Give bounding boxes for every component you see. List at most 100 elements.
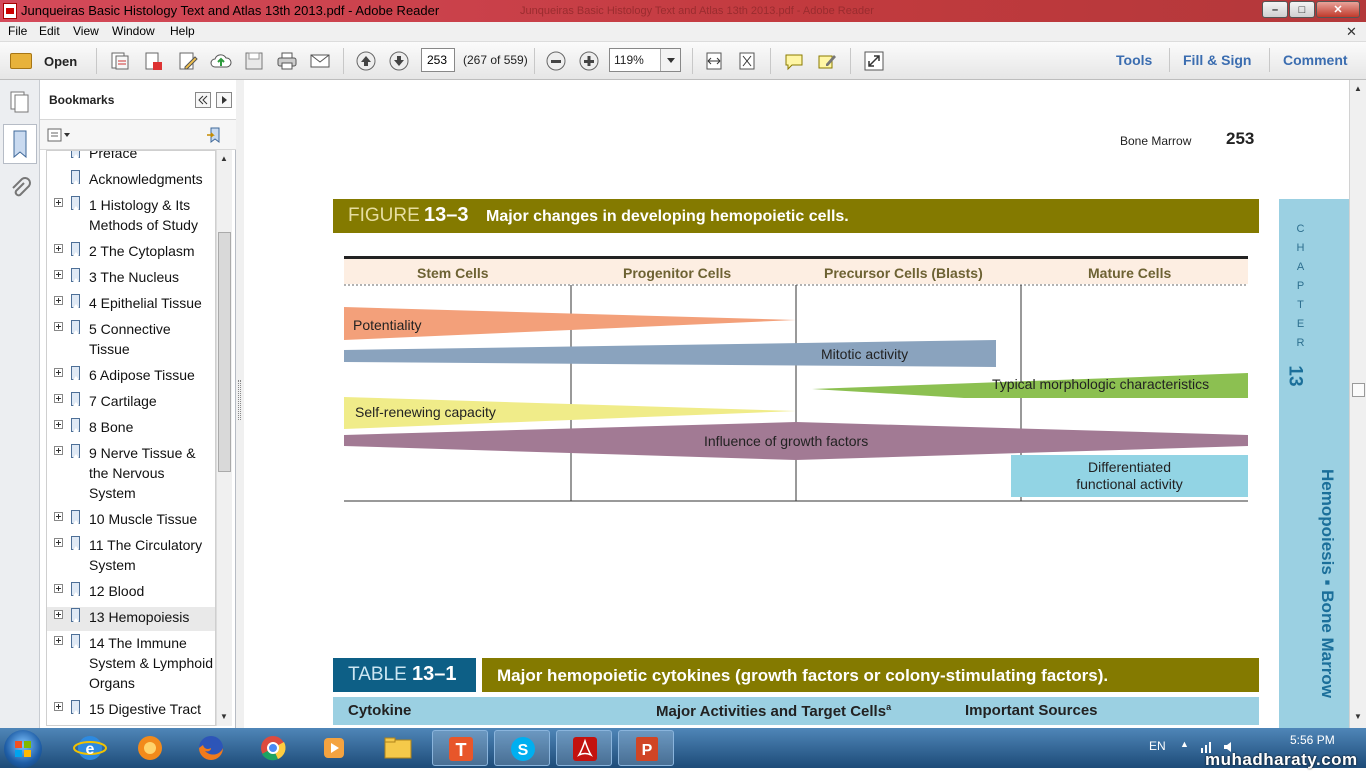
collapse-panel-icon[interactable] <box>195 92 211 108</box>
bookmark-item[interactable]: 14 The Immune System & Lymphoid Organs <box>47 633 215 697</box>
attachments-paperclip-icon[interactable] <box>8 176 32 200</box>
create-pdf-icon[interactable] <box>109 50 131 72</box>
bookmark-item[interactable]: Preface <box>47 151 215 167</box>
expand-plus-icon[interactable] <box>54 394 63 403</box>
bookmark-item[interactable]: 6 Adipose Tissue <box>47 365 215 389</box>
close-document-icon[interactable]: ✕ <box>1346 24 1357 40</box>
email-envelope-icon[interactable] <box>309 50 331 72</box>
save-disk-icon[interactable] <box>243 50 265 72</box>
scroll-up-icon[interactable]: ▲ <box>220 154 228 163</box>
chevron-down-icon[interactable] <box>660 49 680 71</box>
close-button[interactable]: ✕ <box>1316 1 1360 18</box>
bookmark-item[interactable]: 11 The Circulatory System <box>47 535 215 579</box>
media-player-icon[interactable] <box>306 730 362 766</box>
scroll-down-icon[interactable]: ▼ <box>220 712 228 721</box>
scroll-thumb[interactable] <box>1352 383 1365 397</box>
next-page-icon[interactable] <box>388 50 410 72</box>
upload-cloud-icon[interactable] <box>210 50 232 72</box>
menu-help[interactable]: Help <box>170 24 195 38</box>
bookmark-label: 8 Bone <box>89 419 134 435</box>
expand-plus-icon[interactable] <box>54 512 63 521</box>
tray-expand-icon[interactable]: ▲ <box>1180 739 1189 749</box>
label-self-renewing: Self-renewing capacity <box>355 404 496 420</box>
powerpoint-icon[interactable]: P <box>618 730 674 766</box>
zoom-value: 119% <box>614 53 644 67</box>
expand-plus-icon[interactable] <box>54 610 63 619</box>
document-scrollbar[interactable]: ▲ ▼ <box>1349 80 1366 728</box>
bookmark-item[interactable]: 8 Bone <box>47 417 215 441</box>
highlight-text-icon[interactable] <box>816 50 838 72</box>
find-bookmark-icon[interactable] <box>205 126 225 144</box>
full-screen-icon[interactable] <box>863 50 885 72</box>
t-app-icon[interactable]: T <box>432 730 488 766</box>
fit-page-icon[interactable] <box>736 50 758 72</box>
bookmark-item[interactable]: 1 Histology & Its Methods of Study <box>47 195 215 239</box>
expand-plus-icon[interactable] <box>54 270 63 279</box>
bookmark-item[interactable]: 15 Digestive Tract <box>47 699 215 723</box>
maximize-button[interactable]: □ <box>1289 1 1315 18</box>
zoom-in-icon[interactable] <box>578 50 600 72</box>
bookmark-item[interactable]: 12 Blood <box>47 581 215 605</box>
print-icon[interactable] <box>276 50 298 72</box>
orange-app-icon[interactable] <box>122 730 178 766</box>
expand-plus-icon[interactable] <box>54 244 63 253</box>
scroll-thumb[interactable] <box>218 232 231 472</box>
bookmark-item[interactable]: 9 Nerve Tissue & the Nervous System <box>47 443 215 507</box>
expand-plus-icon[interactable] <box>54 584 63 593</box>
panel-splitter[interactable] <box>236 80 244 728</box>
bookmark-item[interactable]: 2 The Cytoplasm <box>47 241 215 265</box>
expand-plus-icon[interactable] <box>54 538 63 547</box>
skype-icon[interactable]: S <box>494 730 550 766</box>
menu-edit[interactable]: Edit <box>39 24 60 38</box>
sticky-note-icon[interactable] <box>783 50 805 72</box>
bookmark-item[interactable]: 3 The Nucleus <box>47 267 215 291</box>
comment-pane-button[interactable]: Comment <box>1283 52 1348 68</box>
fill-sign-pane-button[interactable]: Fill & Sign <box>1183 52 1251 68</box>
scroll-down-icon[interactable]: ▼ <box>1354 712 1362 721</box>
menu-file[interactable]: File <box>8 24 27 38</box>
start-button[interactable] <box>4 730 42 768</box>
menu-view[interactable]: View <box>73 24 99 38</box>
internet-explorer-icon[interactable]: e <box>62 730 118 766</box>
bookmark-item[interactable]: 7 Cartilage <box>47 391 215 415</box>
expand-plus-icon[interactable] <box>54 636 63 645</box>
file-explorer-icon[interactable] <box>370 730 426 766</box>
previous-page-icon[interactable] <box>355 50 377 72</box>
bookmarks-panel-tab[interactable] <box>3 124 37 164</box>
expand-plus-icon[interactable] <box>54 198 63 207</box>
open-button[interactable]: Open <box>44 54 77 69</box>
menu-window[interactable]: Window <box>112 24 155 38</box>
expand-plus-icon[interactable] <box>54 296 63 305</box>
bookmark-options-icon[interactable] <box>47 127 71 143</box>
bookmarks-scrollbar[interactable]: ▲ ▼ <box>216 150 232 726</box>
bookmark-item[interactable]: 13 Hemopoiesis <box>47 607 215 631</box>
page-number-input[interactable]: 253 <box>421 48 455 72</box>
expand-plus-icon[interactable] <box>54 322 63 331</box>
clock-time[interactable]: 5:56 PM <box>1290 733 1335 747</box>
firefox-icon[interactable] <box>183 730 239 766</box>
zoom-select[interactable]: 119% <box>609 48 681 72</box>
expand-plus-icon[interactable] <box>54 446 63 455</box>
chrome-icon[interactable] <box>245 730 301 766</box>
bookmark-item[interactable]: 5 Connective Tissue <box>47 319 215 363</box>
zoom-out-icon[interactable] <box>545 50 567 72</box>
fit-width-icon[interactable] <box>703 50 725 72</box>
panel-arrow-icon[interactable] <box>216 92 232 108</box>
input-language[interactable]: EN <box>1149 739 1166 753</box>
adobe-reader-taskbar-icon[interactable] <box>556 730 612 766</box>
expand-plus-icon[interactable] <box>54 702 63 711</box>
bookmark-item[interactable]: 10 Muscle Tissue <box>47 509 215 533</box>
export-pdf-icon[interactable] <box>142 50 164 72</box>
bookmark-item[interactable]: Acknowledgments <box>47 169 215 193</box>
bookmark-item[interactable]: 4 Epithelial Tissue <box>47 293 215 317</box>
minimize-button[interactable]: – <box>1262 1 1288 18</box>
open-folder-icon[interactable] <box>10 53 32 69</box>
expand-plus-icon[interactable] <box>54 420 63 429</box>
toolbar-separator <box>343 48 344 74</box>
bookmark-label: 4 Epithelial Tissue <box>89 295 202 311</box>
page-thumbnails-icon[interactable] <box>8 90 32 114</box>
tools-pane-button[interactable]: Tools <box>1116 52 1152 68</box>
expand-plus-icon[interactable] <box>54 368 63 377</box>
scroll-up-icon[interactable]: ▲ <box>1354 84 1362 93</box>
edit-pdf-icon[interactable] <box>177 50 199 72</box>
